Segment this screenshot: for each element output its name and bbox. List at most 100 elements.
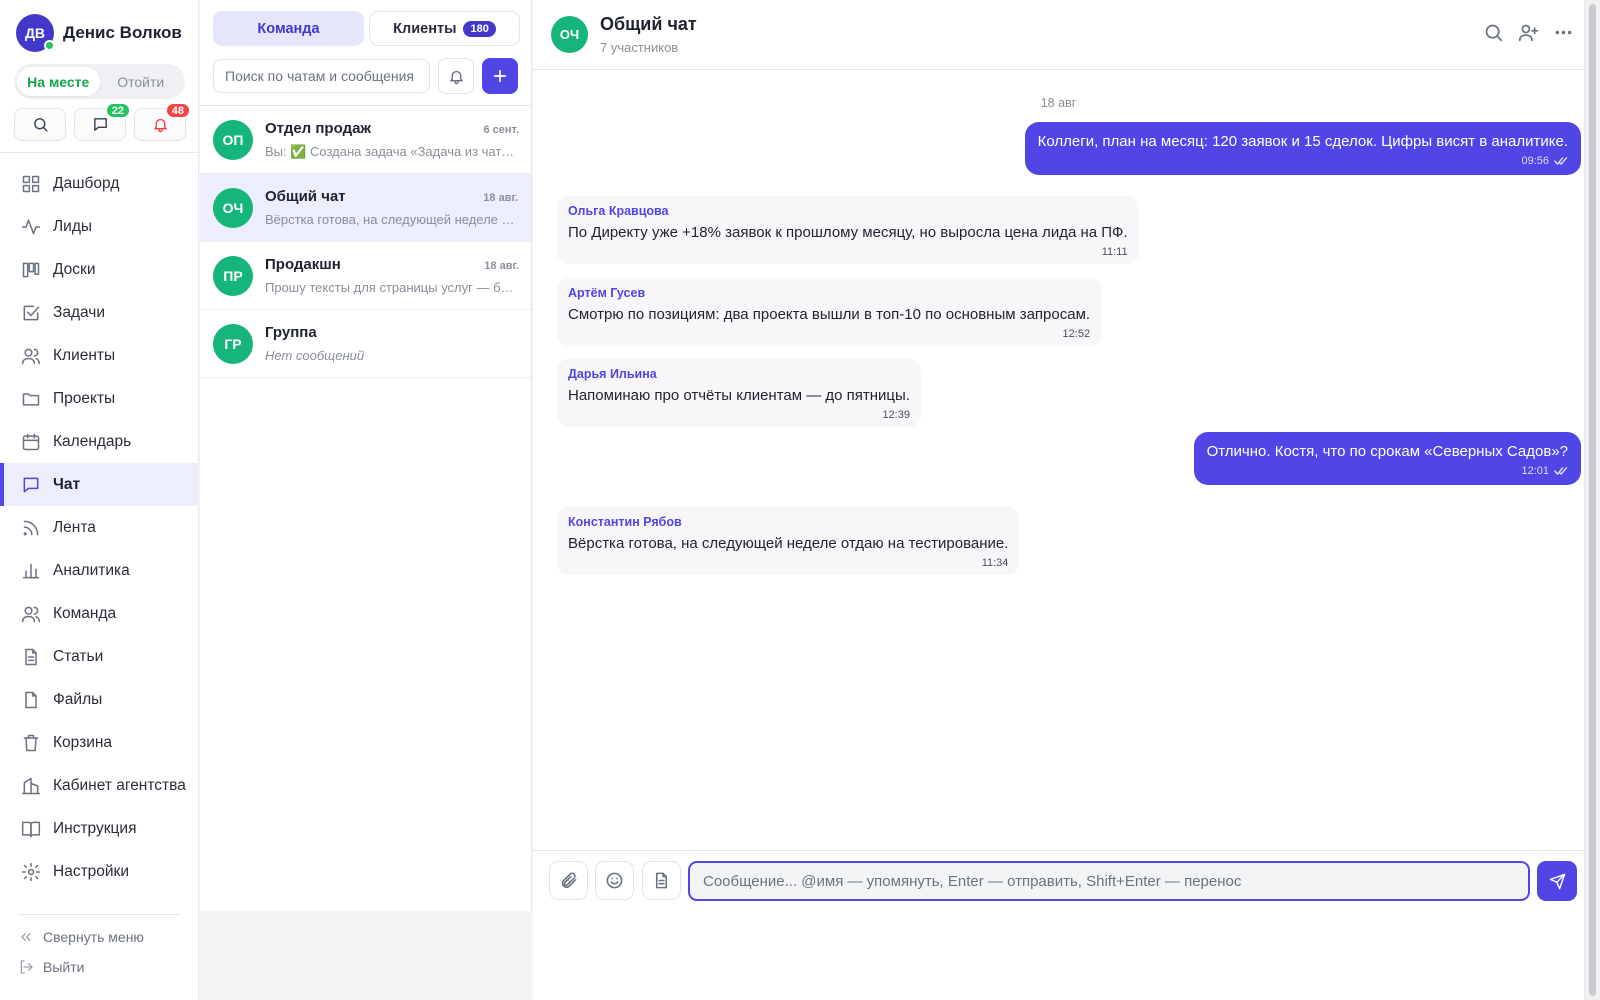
- calendar-icon: [21, 432, 41, 452]
- online-indicator: [44, 40, 55, 51]
- sidebar-item-label: Инструкция: [53, 819, 137, 837]
- sidebar-item-folder[interactable]: Проекты: [0, 377, 199, 420]
- checkbox-icon: [21, 303, 41, 323]
- trash-icon: [21, 733, 41, 753]
- chat-avatar[interactable]: ОЧ: [551, 16, 588, 53]
- sidebar-item-bar-chart[interactable]: Аналитика: [0, 549, 199, 592]
- message-text: Напоминаю про отчёты клиентам — до пятни…: [568, 387, 910, 404]
- sidebar-item-rss[interactable]: Лента: [0, 506, 199, 549]
- sidebar-item-kanban[interactable]: Доски: [0, 248, 199, 291]
- message-meta: 12:39: [568, 409, 910, 421]
- sidebar-item-calendar[interactable]: Календарь: [0, 420, 199, 463]
- rss-icon: [21, 518, 41, 538]
- conversation-name: Группа: [265, 324, 317, 341]
- sidebar-item-chat[interactable]: Чат: [0, 463, 199, 506]
- plus-icon: [492, 68, 508, 84]
- settings-icon: [21, 862, 41, 882]
- article-icon: [21, 647, 41, 667]
- message-meta: 11:11: [568, 246, 1128, 258]
- emoji-button[interactable]: [595, 861, 634, 900]
- conversation-item[interactable]: ОЧ Общий чат 18 авг. Вёрстка готова, на сле…: [200, 174, 531, 242]
- message-author[interactable]: Артём Гусев: [568, 286, 1090, 300]
- chat-participants[interactable]: 7 участников: [600, 40, 678, 55]
- messages-button[interactable]: 22: [74, 102, 131, 141]
- mute-notifications-button[interactable]: [438, 58, 474, 94]
- conversation-avatar: ГР: [213, 323, 253, 364]
- chat-icon: [21, 475, 41, 495]
- date-separator: 18 авг: [1040, 96, 1077, 110]
- users-icon: [21, 346, 41, 366]
- sidebar-item-label: Корзина: [53, 733, 113, 751]
- message-composer: [533, 850, 1584, 1000]
- tab-team[interactable]: Команда: [213, 11, 364, 46]
- sidebar-item-label: Лента: [53, 518, 96, 536]
- sidebar-item-label: Кабинет агентства: [53, 776, 186, 794]
- status-available-button[interactable]: На месте: [17, 67, 100, 96]
- outgoing-message[interactable]: Отлично. Костя, что по срокам «Северных …: [1193, 432, 1581, 485]
- chat-header-actions: [1483, 22, 1574, 43]
- message-author[interactable]: Дарья Ильина: [568, 367, 910, 381]
- chat-search-input[interactable]: [213, 59, 430, 93]
- search-in-chat-icon[interactable]: [1483, 22, 1504, 43]
- sidebar-item-trash[interactable]: Корзина: [0, 721, 199, 764]
- sidebar-item-file[interactable]: Файлы: [0, 678, 199, 721]
- conversation-preview: Нет сообщений: [265, 348, 365, 363]
- template-button[interactable]: [642, 861, 681, 900]
- conversation-avatar: ПР: [213, 255, 253, 296]
- logout-button[interactable]: Выйти: [18, 959, 84, 975]
- collapse-menu-button[interactable]: Свернуть меню: [18, 929, 144, 945]
- user-profile[interactable]: ДВ Денис Волков: [16, 14, 182, 52]
- conversation-header: Группа: [265, 324, 518, 341]
- notifications-button[interactable]: 48: [134, 102, 191, 141]
- message-text: Смотрю по позициям: два проекта вышли в …: [568, 306, 1091, 323]
- sidebar-item-label: Настройки: [53, 862, 130, 880]
- sidebar-item-label: Проекты: [53, 389, 116, 407]
- sidebar-item-activity[interactable]: Лиды: [0, 205, 199, 248]
- conversation-item[interactable]: ОП Отдел продаж 6 сент. Вы: ✅ Создана задач…: [200, 106, 531, 174]
- incoming-message[interactable]: Ольга Кравцова По Директу уже +18% заявок…: [557, 196, 1139, 264]
- global-search-button[interactable]: [14, 108, 66, 141]
- conversation-avatar: ОП: [213, 119, 253, 160]
- chat-title: Общий чат: [600, 14, 697, 34]
- search-icon: [32, 116, 49, 133]
- user-avatar[interactable]: ДВ: [16, 14, 55, 52]
- conversation-item[interactable]: ПР Продакшн 18 авг. Прошу тексты для страни…: [200, 242, 531, 310]
- presence-toggle: На месте Отойти: [14, 64, 185, 99]
- sidebar-bottom-divider: [18, 914, 181, 915]
- document-icon: [652, 871, 671, 890]
- message-author[interactable]: Константин Рябов: [568, 515, 1008, 529]
- message-history[interactable]: 18 авг Коллеги, план на месяц: 120 заяво…: [533, 70, 1584, 850]
- tab-clients[interactable]: Клиенты 180: [369, 11, 520, 46]
- tab-clients-label: Клиенты: [393, 20, 457, 37]
- add-member-icon[interactable]: [1518, 22, 1539, 43]
- message-text: Коллеги, план на месяц: 120 заявок и 15 …: [1037, 133, 1568, 150]
- conversation-body: Общий чат 18 авг. Вёрстка готова, на следу…: [265, 188, 518, 227]
- sidebar-item-team[interactable]: Команда: [0, 592, 199, 635]
- sidebar-item-settings[interactable]: Настройки: [0, 850, 199, 893]
- sidebar-item-label: Аналитика: [53, 561, 130, 579]
- attach-button[interactable]: [549, 861, 588, 900]
- building-icon: [21, 776, 41, 796]
- incoming-message[interactable]: Константин Рябов Вёрстка готова, на следу…: [557, 507, 1020, 575]
- message-time: 12:01: [1521, 465, 1549, 477]
- page-scrollbar[interactable]: [1584, 0, 1600, 1000]
- send-button[interactable]: [1537, 861, 1577, 901]
- message-input[interactable]: [688, 861, 1530, 901]
- sidebar-item-building[interactable]: Кабинет агентства: [0, 764, 199, 807]
- sidebar-item-grid[interactable]: Дашборд: [0, 162, 199, 205]
- conversation-body: Продакшн 18 авг. Прошу тексты для страницы…: [265, 256, 519, 295]
- new-chat-button[interactable]: [482, 58, 518, 94]
- incoming-message[interactable]: Артём Гусев Смотрю по позициям: два проек…: [557, 278, 1102, 346]
- sidebar-item-users[interactable]: Клиенты: [0, 334, 199, 377]
- sidebar-item-article[interactable]: Статьи: [0, 635, 199, 678]
- message-author[interactable]: Ольга Кравцова: [568, 204, 1128, 218]
- messages-badge: 22: [104, 102, 131, 119]
- more-options-icon[interactable]: [1553, 22, 1574, 43]
- outgoing-message[interactable]: Коллеги, план на месяц: 120 заявок и 15 …: [1024, 122, 1581, 175]
- conversation-preview: Вы: ✅ Создана задача «Задача из чата…: [265, 143, 519, 159]
- incoming-message[interactable]: Дарья Ильина Напоминаю про отчёты клиента…: [557, 359, 921, 427]
- sidebar-item-book[interactable]: Инструкция: [0, 807, 199, 850]
- sidebar-item-checkbox[interactable]: Задачи: [0, 291, 199, 334]
- conversation-item[interactable]: ГР Группа Нет сообщений: [200, 310, 531, 378]
- status-away-button[interactable]: Отойти: [100, 67, 183, 96]
